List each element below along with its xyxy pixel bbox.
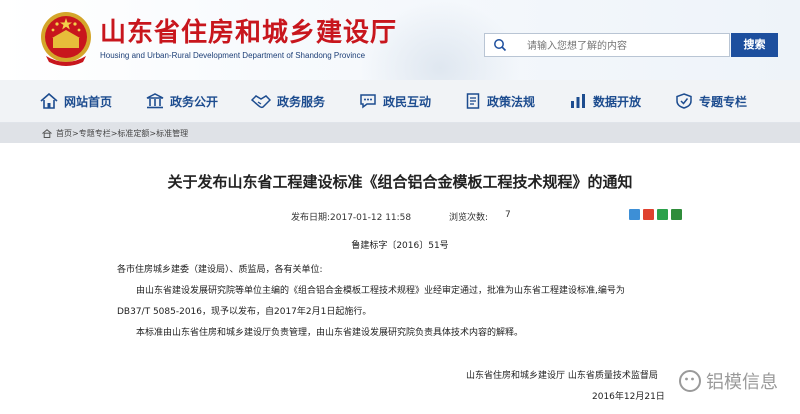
share-icons xyxy=(629,209,682,220)
signature-organizations: 山东省住房和城乡建设厅 山东省质量技术监督局 xyxy=(466,371,658,381)
building-icon xyxy=(146,93,164,109)
breadcrumb-separator: > xyxy=(72,128,79,138)
nav-item-label: 数据开放 xyxy=(593,94,642,109)
svg-text:铝模信息: 铝模信息 xyxy=(706,372,778,393)
chat-icon xyxy=(360,94,376,109)
nav-item-label: 网站首页 xyxy=(64,94,113,109)
nav-item-label: 政民互动 xyxy=(383,94,432,109)
breadcrumb-link-standard-management[interactable]: 标准管理 xyxy=(156,128,188,139)
weibo-icon[interactable] xyxy=(643,209,654,220)
nav-item-public-interaction[interactable]: 政民互动 xyxy=(359,80,431,122)
nav-item-label: 政务服务 xyxy=(277,94,326,109)
main-nav: 网站首页 政务公开 政务服务 政民互动 政策法规 数据开放 专题专栏 xyxy=(0,80,800,123)
nav-item-label: 政策法规 xyxy=(487,94,536,109)
home-icon xyxy=(40,93,58,109)
douban-icon[interactable] xyxy=(671,209,682,220)
site-title: 山东省住房和城乡建设厅 xyxy=(100,18,398,48)
nav-item-special-topics[interactable]: 专题专栏 xyxy=(675,80,747,122)
salutation: 各市住房城乡建委（建设局）、质监局，各有关单位: xyxy=(117,265,323,275)
nav-item-policies-regulations[interactable]: 政策法规 xyxy=(465,80,535,122)
body-line-1: 由山东省建设发展研究院等单位主编的《组合铝合金模板工程技术规程》业经审定通过，批… xyxy=(136,286,625,296)
publish-date: 发布日期:2017-01-12 11:58 xyxy=(291,213,412,223)
search-icon xyxy=(494,39,507,52)
nav-item-home[interactable]: 网站首页 xyxy=(40,80,112,122)
breadcrumb-separator: > xyxy=(110,128,118,138)
breadcrumb-link-home[interactable]: 首页 xyxy=(56,128,72,139)
nav-item-label: 专题专栏 xyxy=(699,94,748,109)
breadcrumb-bar: 首页 > 专题专栏 > 标准定额 > 标准管理 xyxy=(0,123,800,143)
body-line-2: DB37/T 5085-2016，现予以发布，自2017年2月1日起施行。 xyxy=(117,307,372,317)
wechat-icon[interactable] xyxy=(657,209,668,220)
wechat-watermark-logo: 铝模信息 xyxy=(679,370,778,393)
search-button[interactable]: 搜索 xyxy=(731,33,778,57)
signature-date: 2016年12月21日 xyxy=(592,392,665,402)
views-count: 7 xyxy=(505,210,511,220)
search-box xyxy=(484,33,730,57)
breadcrumb-separator: > xyxy=(149,128,157,138)
body-line-3: 本标准由山东省住房和城乡建设厅负责管理，由山东省建设发展研究院负责具体技术内容的… xyxy=(136,328,524,338)
nav-item-government-services[interactable]: 政务服务 xyxy=(251,80,325,122)
site-header: 山东省住房和城乡建设厅 Housing and Urban-Rural Deve… xyxy=(0,0,800,80)
views-label: 浏览次数: xyxy=(449,213,489,223)
handshake-icon xyxy=(251,95,271,109)
document-icon xyxy=(466,93,480,109)
document-number: 鲁建标字〔2016〕51号 xyxy=(351,241,449,251)
breadcrumb: 首页 > 专题专栏 > 标准定额 > 标准管理 xyxy=(42,123,188,143)
search-input[interactable] xyxy=(525,36,729,56)
nav-item-open-government[interactable]: 政务公开 xyxy=(146,80,218,122)
qzone-icon[interactable] xyxy=(629,209,640,220)
article-title: 关于发布山东省工程建设标准《组合铝合金模板工程技术规程》的通知 xyxy=(167,173,633,191)
breadcrumb-link-standards[interactable]: 标准定额 xyxy=(117,128,149,139)
bar-chart-icon xyxy=(571,94,585,108)
site-subtitle: Housing and Urban-Rural Development Depa… xyxy=(100,51,366,60)
nav-item-label: 政务公开 xyxy=(170,94,219,109)
national-emblem-icon xyxy=(41,12,91,66)
shield-icon xyxy=(676,93,692,109)
breadcrumb-home-icon xyxy=(42,128,52,138)
breadcrumb-link-special-topics[interactable]: 专题专栏 xyxy=(79,128,111,139)
nav-item-open-data[interactable]: 数据开放 xyxy=(569,80,641,122)
